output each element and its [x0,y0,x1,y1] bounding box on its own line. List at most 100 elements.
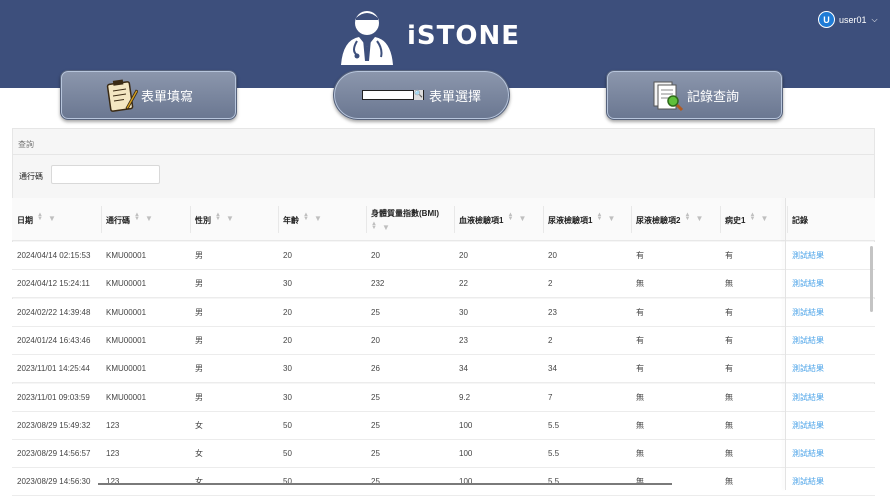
avatar[interactable]: U [818,11,835,28]
cell-urine-test-2: 無 [636,420,644,430]
app-logo-text: iSTONE [407,21,520,51]
cell-gender: 男 [195,307,203,317]
column-header-label: 身體質量指數(BMI) [371,209,439,218]
user-name[interactable]: user01 [839,15,867,25]
table-row[interactable]: 2023/11/01 14:25:44 KMU00001 男 30 26 34 34 有 有 測試… [12,355,875,384]
cell-gender: 男 [195,392,203,402]
pass-code-label: 通行碼 [19,172,43,181]
pass-code-input[interactable] [51,165,160,184]
column-separator [543,206,544,233]
test-result-link[interactable]: 測試結果 [792,355,824,383]
test-result-link[interactable]: 測試結果 [792,412,824,440]
cell-bmi: 20 [371,251,380,260]
sort-icon[interactable]: ▲ ▼ [507,212,513,222]
column-header-record[interactable]: 記錄 [787,198,875,241]
filter-funnel-icon[interactable]: ▼ [607,214,615,223]
document-magnifier-icon [650,78,684,112]
cell-urine-test-2: 有 [636,307,644,317]
user-menu[interactable]: U user01 ⌵ [818,11,878,28]
clipboard-pencil-icon [104,78,139,112]
chevron-down-icon[interactable]: ⌵ [872,15,878,25]
filter-funnel-icon[interactable]: ▼ [226,214,234,223]
cell-blood-test-1: 23 [459,335,468,345]
column-header-age[interactable]: 年齡 ▲ ▼ ▼ [278,198,366,241]
test-result-link[interactable]: 測試結果 [792,440,824,468]
filter-funnel-icon[interactable]: ▼ [145,214,153,223]
cell-urine-test-1: 5.5 [548,420,560,430]
sort-icon[interactable]: ▲ ▼ [303,212,309,222]
table-row[interactable]: 2024/02/22 14:39:48 KMU00001 男 20 25 30 23 有 有 測試… [12,298,875,327]
cell-blood-test-1: 100 [459,420,473,430]
cell-blood-test-1: 22 [459,279,468,289]
column-header-date[interactable]: 日期 ▲ ▼ ▼ [12,198,101,241]
cell-pass-code: 123 [106,449,120,459]
cell-date: 2023/11/01 09:03:59 [17,392,90,402]
table-row[interactable]: 2024/04/14 02:15:53 KMU00001 男 20 20 20 20 有 有 測試… [12,242,875,270]
filter-funnel-icon[interactable]: ▼ [314,214,322,223]
cell-age: 50 [283,420,292,430]
form-fill-button[interactable]: 表單填寫 [60,70,237,120]
column-header-bmi[interactable]: 身體質量指數(BMI) ▲ ▼ ▼ [366,198,454,241]
column-header-pass-code[interactable]: 通行碼 ▲ ▼ ▼ [101,198,190,241]
sort-icon[interactable]: ▲ ▼ [37,212,43,222]
cell-pass-code: KMU00001 [106,364,147,374]
table-row[interactable]: 2023/08/29 15:49:32 123 女 50 25 100 5.5 無 無 測試結果 [12,411,875,440]
cell-date: 2023/11/01 14:25:44 [17,364,90,374]
cell-pass-code: KMU00001 [106,392,147,402]
sort-icon[interactable]: ▲ ▼ [684,212,690,222]
column-header-label: 日期 [17,216,33,225]
table-row[interactable]: 2023/08/29 14:56:57 123 女 50 25 100 5.5 無 無 測試結果 [12,440,875,469]
filter-funnel-icon[interactable]: ▼ [695,214,703,223]
cell-gender: 男 [195,364,203,374]
search-icon: 🔍 [412,90,423,100]
cell-urine-test-1: 23 [548,307,557,317]
filter-funnel-icon[interactable]: ▼ [382,223,390,232]
cell-pass-code: 123 [106,420,120,430]
filter-funnel-icon[interactable]: ▼ [48,214,56,223]
cell-bmi: 26 [371,364,380,374]
column-header-urine-test-2[interactable]: 尿液檢驗項2 ▲ ▼ ▼ [631,198,720,241]
test-result-link[interactable]: 測試結果 [792,384,824,412]
table-row[interactable]: 2024/04/12 15:24:11 KMU00001 男 30 232 22 2 無無測試… [12,270,875,299]
sort-icon[interactable]: ▲ ▼ [749,212,755,222]
sort-icon[interactable]: ▲ ▼ [596,212,602,222]
test-result-link[interactable]: 測試結果 [792,468,824,496]
cell-gender: 女 [195,420,203,430]
column-header-gender[interactable]: 性別 ▲ ▼ ▼ [190,198,278,241]
table-header: 日期 ▲ ▼ ▼ 通行碼 ▲ ▼ ▼ 性別 ▲ ▼ ▼ 年齡 ▲ ▼ ▼ 身體質量指數(BMI) ▲ ▼ ▼ 血液檢驗項… [12,198,875,241]
test-result-link[interactable]: 測試結果 [792,270,824,298]
test-result-link[interactable]: 測試結果 [792,327,824,355]
table-row[interactable]: 2023/11/01 09:03:59 KMU00001 男 30 25 9.2 7 無 無 測試… [12,383,875,412]
cell-urine-test-2: 無 [636,279,644,289]
column-header-urine-test-1[interactable]: 尿液檢驗項1 ▲ ▼ ▼ [543,198,631,241]
column-header-blood-test-1[interactable]: 血液檢驗項1 ▲ ▼ ▼ [454,198,543,241]
cell-gender: 男 [195,251,203,260]
cell-date: 2023/08/29 14:56:30 [17,477,91,487]
cell-pass-code: KMU00001 [106,279,147,289]
sort-icon[interactable]: ▲ ▼ [215,212,221,222]
vertical-scrollbar[interactable] [870,246,873,312]
filter-funnel-icon[interactable]: ▼ [760,214,768,223]
cell-history-1: 有 [725,335,733,345]
cell-history-1: 無 [725,449,733,459]
divider [13,154,874,155]
form-select-button[interactable]: 🔍 表單選擇 [333,70,510,120]
cell-urine-test-2: 有 [636,364,644,374]
test-result-link[interactable]: 測試結果 [792,299,824,327]
cell-age: 20 [283,307,292,317]
cell-pass-code: KMU00001 [106,251,147,260]
cell-history-1: 無 [725,392,733,402]
sort-icon[interactable]: ▲ ▼ [134,212,140,222]
filter-funnel-icon[interactable]: ▼ [518,214,526,223]
cell-urine-test-2: 有 [636,335,644,345]
column-separator [101,206,102,233]
table-row[interactable]: 2024/01/24 16:43:46 KMU00001 男 20 20 23 2 有 有 測試結… [12,326,875,355]
record-query-button[interactable]: 記錄查詢 [606,70,783,120]
horizontal-scrollbar[interactable] [98,483,672,485]
cell-urine-test-1: 2 [548,279,553,289]
sort-icon[interactable]: ▲ ▼ [371,221,377,231]
column-header-history-1[interactable]: 病史1 ▲ ▼ ▼ [720,198,787,241]
cell-urine-test-2: 有 [636,251,644,260]
record-query-label: 記錄查詢 [686,88,739,104]
test-result-link[interactable]: 測試結果 [792,242,824,270]
